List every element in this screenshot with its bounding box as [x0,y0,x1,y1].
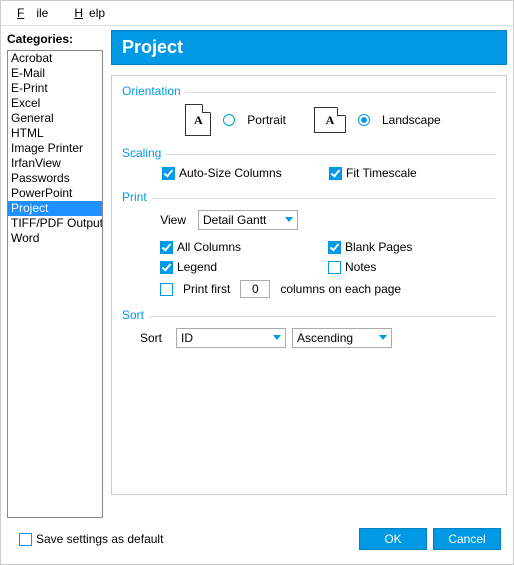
category-item[interactable]: IrfanView [8,156,102,171]
footer: Save settings as default OK Cancel [1,518,513,560]
category-item[interactable]: E-Print [8,81,102,96]
scaling-group-label: Scaling [122,146,165,160]
ok-button[interactable]: OK [359,528,427,550]
chevron-down-icon [379,335,387,340]
print-first-label: Print first [183,282,230,296]
save-default-label: Save settings as default [36,532,163,546]
notes-label: Notes [345,260,376,274]
print-group-label: Print [122,190,151,204]
category-item[interactable]: Image Printer [8,141,102,156]
print-first-input[interactable]: 0 [240,280,270,298]
print-first-checkbox[interactable] [160,283,173,296]
category-item[interactable]: Excel [8,96,102,111]
fit-timescale-checkbox[interactable] [329,167,342,180]
landscape-radio[interactable] [358,114,370,126]
sort-field-value: ID [181,331,193,345]
portrait-label: Portrait [247,113,286,127]
page-title: Project [111,30,507,65]
category-item[interactable]: Word [8,231,102,246]
blank-pages-checkbox[interactable] [328,241,341,254]
category-item[interactable]: TIFF/PDF Output [8,216,102,231]
category-item[interactable]: E-Mail [8,66,102,81]
legend-checkbox[interactable] [160,261,173,274]
landscape-label: Landscape [382,113,441,127]
sort-label: Sort [140,331,170,345]
category-item[interactable]: Project [8,201,102,216]
portrait-radio[interactable] [223,114,235,126]
category-item[interactable]: Passwords [8,171,102,186]
view-combo[interactable]: Detail Gantt [198,210,298,230]
view-label: View [148,213,186,227]
sort-direction-value: Ascending [297,331,353,345]
menu-file[interactable]: File [5,4,60,22]
fit-timescale-label: Fit Timescale [346,166,417,180]
cancel-button[interactable]: Cancel [433,528,501,550]
view-combo-value: Detail Gantt [203,213,266,227]
settings-panel: Orientation A Portrait A Landscape Scali… [111,75,507,495]
all-columns-checkbox[interactable] [160,241,173,254]
legend-label: Legend [177,260,217,274]
auto-size-label: Auto-Size Columns [179,166,282,180]
auto-size-checkbox[interactable] [162,167,175,180]
print-first-suffix: columns on each page [280,282,401,296]
menu-help[interactable]: Help [62,4,111,22]
category-item[interactable]: PowerPoint [8,186,102,201]
sort-direction-combo[interactable]: Ascending [292,328,392,348]
chevron-down-icon [285,217,293,222]
sort-field-combo[interactable]: ID [176,328,286,348]
all-columns-label: All Columns [177,240,241,254]
categories-label: Categories: [7,32,103,46]
category-item[interactable]: HTML [8,126,102,141]
save-default-checkbox[interactable] [19,533,32,546]
chevron-down-icon [273,335,281,340]
category-item[interactable]: General [8,111,102,126]
categories-list[interactable]: AcrobatE-MailE-PrintExcelGeneralHTMLImag… [7,50,103,518]
category-item[interactable]: Acrobat [8,51,102,66]
notes-checkbox[interactable] [328,261,341,274]
portrait-page-icon: A [185,104,211,136]
menu-bar: File Help [1,1,513,26]
blank-pages-label: Blank Pages [345,240,412,254]
orientation-group-label: Orientation [122,84,185,98]
landscape-page-icon: A [314,107,346,133]
sort-group-label: Sort [122,308,148,322]
